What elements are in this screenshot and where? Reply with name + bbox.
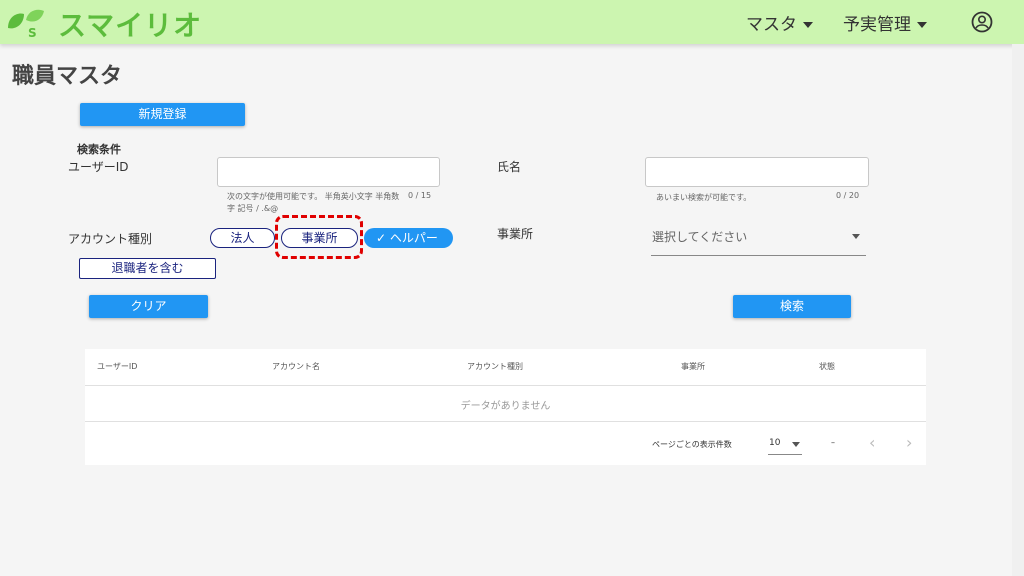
user-id-label: ユーザーID: [68, 160, 129, 174]
header-divider: [85, 385, 926, 386]
nav-plan-actual-menu[interactable]: 予実管理: [843, 10, 927, 35]
app-logo-text[interactable]: スマイリオ: [58, 4, 202, 44]
office-select-placeholder: 選択してください: [652, 230, 748, 244]
next-page-icon[interactable]: ›: [906, 433, 912, 452]
office-select[interactable]: 選択してください: [651, 222, 866, 256]
results-table: ユーザーID アカウント名 アカウント種別 事業所 状態 データがありません ペ…: [85, 349, 926, 465]
scrollbar[interactable]: [1012, 44, 1024, 576]
name-hint: あいまい検索が可能です。: [656, 193, 752, 202]
page-title: 職員マスタ: [12, 64, 123, 89]
per-page-value: 10: [769, 438, 781, 448]
name-counter: 0 / 20: [836, 191, 860, 200]
account-type-label: アカウント種別: [68, 232, 153, 246]
new-register-button[interactable]: 新規登録: [80, 103, 245, 126]
office-label: 事業所: [497, 227, 534, 241]
column-header-user-id[interactable]: ユーザーID: [97, 361, 137, 372]
column-header-account-name[interactable]: アカウント名: [272, 361, 320, 372]
body-divider: [85, 421, 926, 422]
leaf-logo-icon: S: [8, 9, 44, 38]
name-label: 氏名: [497, 160, 522, 174]
top-bar: S スマイリオ マスタ 予実管理: [0, 0, 1024, 44]
svg-text:S: S: [28, 26, 37, 38]
chip-helper-label: ヘルパー: [389, 231, 438, 245]
nav-plan-actual-label: 予実管理: [843, 15, 911, 35]
page-range: –: [831, 438, 835, 447]
check-icon: ✓: [376, 231, 390, 245]
search-button[interactable]: 検索: [733, 295, 851, 318]
chip-office[interactable]: 事業所: [281, 228, 358, 248]
user-id-hint: 次の文字が使用可能です。 半角英小文字 半角数字 記号 / .&@: [227, 192, 400, 213]
nav-master-label: マスタ: [746, 15, 797, 35]
clear-button[interactable]: クリア: [89, 295, 208, 318]
dropdown-arrow-icon: [852, 234, 860, 239]
search-section-label: 検索条件: [77, 143, 121, 156]
user-id-input[interactable]: [217, 157, 440, 187]
chip-helper[interactable]: ✓ ヘルパー: [364, 228, 453, 248]
user-id-counter: 0 / 15: [408, 191, 432, 200]
empty-message: データがありません: [460, 401, 551, 412]
column-header-office[interactable]: 事業所: [681, 361, 705, 372]
chevron-down-icon: [803, 22, 813, 28]
chevron-down-icon: [917, 22, 927, 28]
dropdown-arrow-icon: [792, 442, 800, 447]
per-page-select[interactable]: 10: [768, 433, 802, 455]
account-circle-icon[interactable]: [971, 11, 993, 33]
column-header-status[interactable]: 状態: [819, 361, 835, 372]
nav-master-menu[interactable]: マスタ: [746, 10, 813, 35]
include-retired-button[interactable]: 退職者を含む: [79, 258, 216, 279]
column-header-account-type[interactable]: アカウント種別: [467, 361, 523, 372]
chip-corporate[interactable]: 法人: [210, 228, 275, 248]
per-page-label: ページごとの表示件数: [652, 440, 732, 449]
name-input[interactable]: [645, 157, 869, 187]
prev-page-icon[interactable]: ‹: [869, 433, 875, 452]
